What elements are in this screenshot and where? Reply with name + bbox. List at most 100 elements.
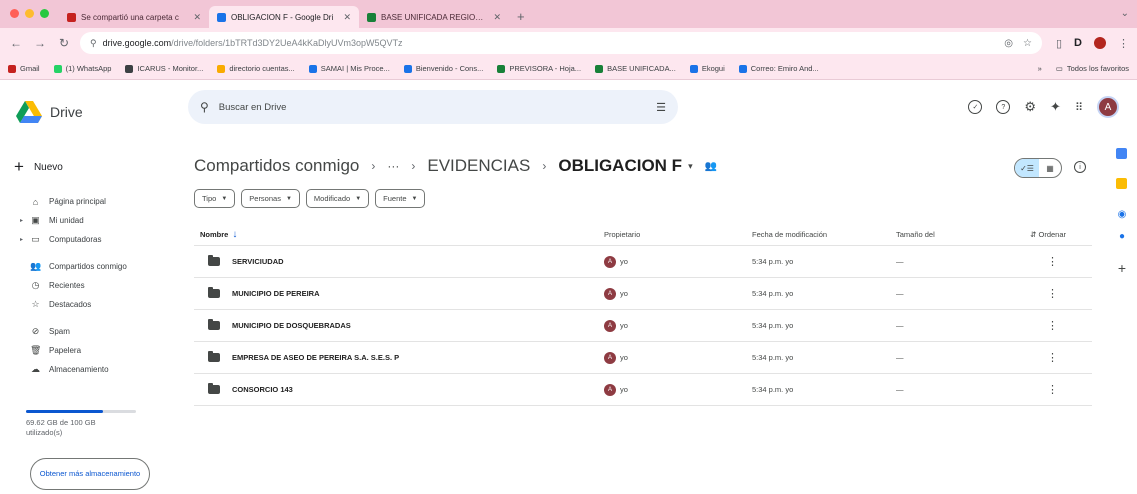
extension-d-icon[interactable]: D [1074,37,1082,49]
close-window-button[interactable] [10,9,19,18]
details-info-icon[interactable]: i [1074,161,1086,173]
add-addon-icon[interactable]: + [1116,260,1128,276]
table-row[interactable]: SERVICIUDAD Ayo 5:34 p.m. yo — ⋮ [194,246,1092,278]
breadcrumb-parent[interactable]: EVIDENCIAS [427,156,530,176]
search-input[interactable] [218,101,647,113]
sidebar-item[interactable]: ☁ Almacenamiento [0,360,180,379]
breadcrumb-current[interactable]: OBLIGACION F [558,156,682,176]
sidebar-item[interactable]: ⌂ Página principal [0,192,180,211]
more-actions-icon[interactable]: ⋮ [1016,351,1092,364]
drive-logo[interactable]: Drive [0,101,190,123]
forward-arrow-icon[interactable]: → [32,36,48,50]
file-name-cell[interactable]: MUNICIPIO DE PEREIRA [194,287,604,298]
offline-status-icon[interactable]: ✓ [968,100,983,114]
name-column-label: Nombre [200,230,229,239]
all-bookmarks-button[interactable]: ▭ Todos los favoritos [1056,64,1129,73]
search-bar[interactable]: ⚲ ☰ [188,90,678,124]
grid-view-button[interactable]: ▦ [1039,159,1061,177]
table-row[interactable]: MUNICIPIO DE DOSQUEBRADAS Ayo 5:34 p.m. yo… [194,310,1092,342]
breadcrumb-root[interactable]: Compartidos conmigo [194,156,359,176]
bookmark-item[interactable]: PREVISORA - Hoja... [497,64,581,73]
browser-tab[interactable]: BASE UNIFICADA REGIONAL ✕ [359,6,509,28]
filter-chip[interactable]: Fuente ▼ [375,189,426,208]
filter-chip[interactable]: Modificado ▼ [305,189,370,208]
more-actions-icon[interactable]: ⋮ [1016,287,1092,300]
sort-button[interactable]: ⇵ Ordenar [1016,230,1092,239]
table-row[interactable]: EMPRESA DE ASEO DE PEREIRA S.A. S.E.S. P… [194,342,1092,374]
more-actions-icon[interactable]: ⋮ [1016,255,1092,268]
close-tab-icon[interactable]: ✕ [493,12,501,23]
bookmark-item[interactable]: ICARUS - Monitor... [125,64,203,73]
new-tab-button[interactable]: + [509,9,533,28]
sidebar-item[interactable]: ⊘ Spam [0,322,180,341]
table-row[interactable]: MUNICIPIO DE PEREIRA Ayo 5:34 p.m. yo — ⋮ [194,278,1092,310]
filter-chip[interactable]: Personas ▼ [241,189,300,208]
file-name-cell[interactable]: SERVICIUDAD [194,255,604,266]
name-column-header[interactable]: Nombre ↓ [194,229,604,240]
sidebar-item-label: Mi unidad [49,216,84,225]
bookmark-item[interactable]: Bienvenido - Cons... [403,64,483,73]
modified-column-header[interactable]: Fecha de modificación [752,230,896,239]
file-name-cell[interactable]: CONSORCIO 143 [194,383,604,394]
sidebar-item[interactable]: ▸ ▭ Computadoras [0,230,180,249]
bookmark-item[interactable]: BASE UNIFICADA... [595,64,676,73]
maximize-window-button[interactable] [40,9,49,18]
owner-column-header[interactable]: Propietario [604,230,752,239]
lens-icon[interactable]: ◎ [1004,38,1013,49]
sidebar-item[interactable]: 👥 Compartidos conmigo [0,257,180,276]
chevron-right-icon: › [411,159,416,173]
help-icon[interactable]: ? [996,100,1011,114]
new-button[interactable]: + Nuevo [14,152,63,182]
sidebar-item[interactable]: ▸ ▣ Mi unidad [0,211,180,230]
table-row[interactable]: CONSORCIO 143 Ayo 5:34 p.m. yo — ⋮ [194,374,1092,406]
bookmark-item[interactable]: Gmail [8,64,40,73]
get-more-storage-button[interactable]: Obtener más almacenamiento [30,458,150,490]
file-name-cell[interactable]: EMPRESA DE ASEO DE PEREIRA S.A. S.E.S. P [194,351,604,362]
reload-icon[interactable]: ↻ [56,36,72,50]
contacts-icon[interactable]: ● [1116,230,1128,242]
size-column-header[interactable]: Tamaño del [896,230,1016,239]
browser-tab[interactable]: OBLIGACION F - Google Dri ✕ [209,6,359,28]
more-actions-icon[interactable]: ⋮ [1016,319,1092,332]
tasks-icon[interactable]: ◉ [1116,208,1128,220]
bookmarks-overflow-button[interactable]: » [1038,64,1042,73]
address-bar[interactable]: ⚲ drive.google.com/drive/folders/1bTRTd3… [80,32,1042,54]
browser-menu-icon[interactable]: ⋮ [1118,37,1129,50]
gemini-sparkle-icon[interactable]: ✦ [1050,99,1061,115]
search-icon[interactable]: ⚲ [200,100,209,114]
more-actions-icon[interactable]: ⋮ [1016,383,1092,396]
file-name-cell[interactable]: MUNICIPIO DE DOSQUEBRADAS [194,319,604,330]
sort-arrow-down-icon[interactable]: ↓ [232,229,237,240]
filter-chip[interactable]: Tipo ▼ [194,189,236,208]
keep-icon[interactable] [1116,178,1127,189]
expand-arrow-icon[interactable]: ▸ [20,217,23,224]
calendar-icon[interactable] [1116,148,1127,159]
bookmark-item[interactable]: SAMAI | Mis Proce... [308,64,390,73]
extensions-icon[interactable]: ▯ [1056,37,1062,50]
minimize-window-button[interactable] [25,9,34,18]
bookmark-item[interactable]: directorio cuentas... [217,64,295,73]
back-arrow-icon[interactable]: ← [8,36,24,50]
account-avatar[interactable]: A [1097,96,1119,118]
breadcrumb-ellipsis[interactable]: ··· [387,159,399,173]
tab-search-chevron-icon[interactable]: ⌄ [1121,8,1129,19]
close-tab-icon[interactable]: ✕ [193,12,201,23]
bookmark-star-icon[interactable]: ☆ [1023,38,1032,49]
bookmark-item[interactable]: (1) WhatsApp [53,64,111,73]
browser-tab[interactable]: Se compartió una carpeta c ✕ [59,6,209,28]
bookmark-favicon-icon [8,64,16,73]
expand-arrow-icon[interactable]: ▸ [20,236,23,243]
sidebar-item[interactable]: ☆ Destacados [0,295,180,314]
search-options-icon[interactable]: ☰ [656,101,666,114]
apps-grid-icon[interactable]: ⠿ [1075,101,1083,114]
settings-gear-icon[interactable]: ⚙ [1024,99,1036,115]
site-info-icon[interactable]: ⚲ [90,38,97,49]
profile-icon[interactable] [1094,37,1106,49]
sidebar-item[interactable]: 🗑 Papelera [0,341,180,360]
chevron-down-icon[interactable]: ▾ [688,161,693,172]
sidebar-item[interactable]: ◷ Recientes [0,276,180,295]
list-view-button[interactable]: ✓☰ [1015,159,1039,177]
bookmark-item[interactable]: Correo: Emiro And... [738,64,819,73]
bookmark-item[interactable]: Ekogui [689,64,725,73]
close-tab-icon[interactable]: ✕ [343,12,351,23]
